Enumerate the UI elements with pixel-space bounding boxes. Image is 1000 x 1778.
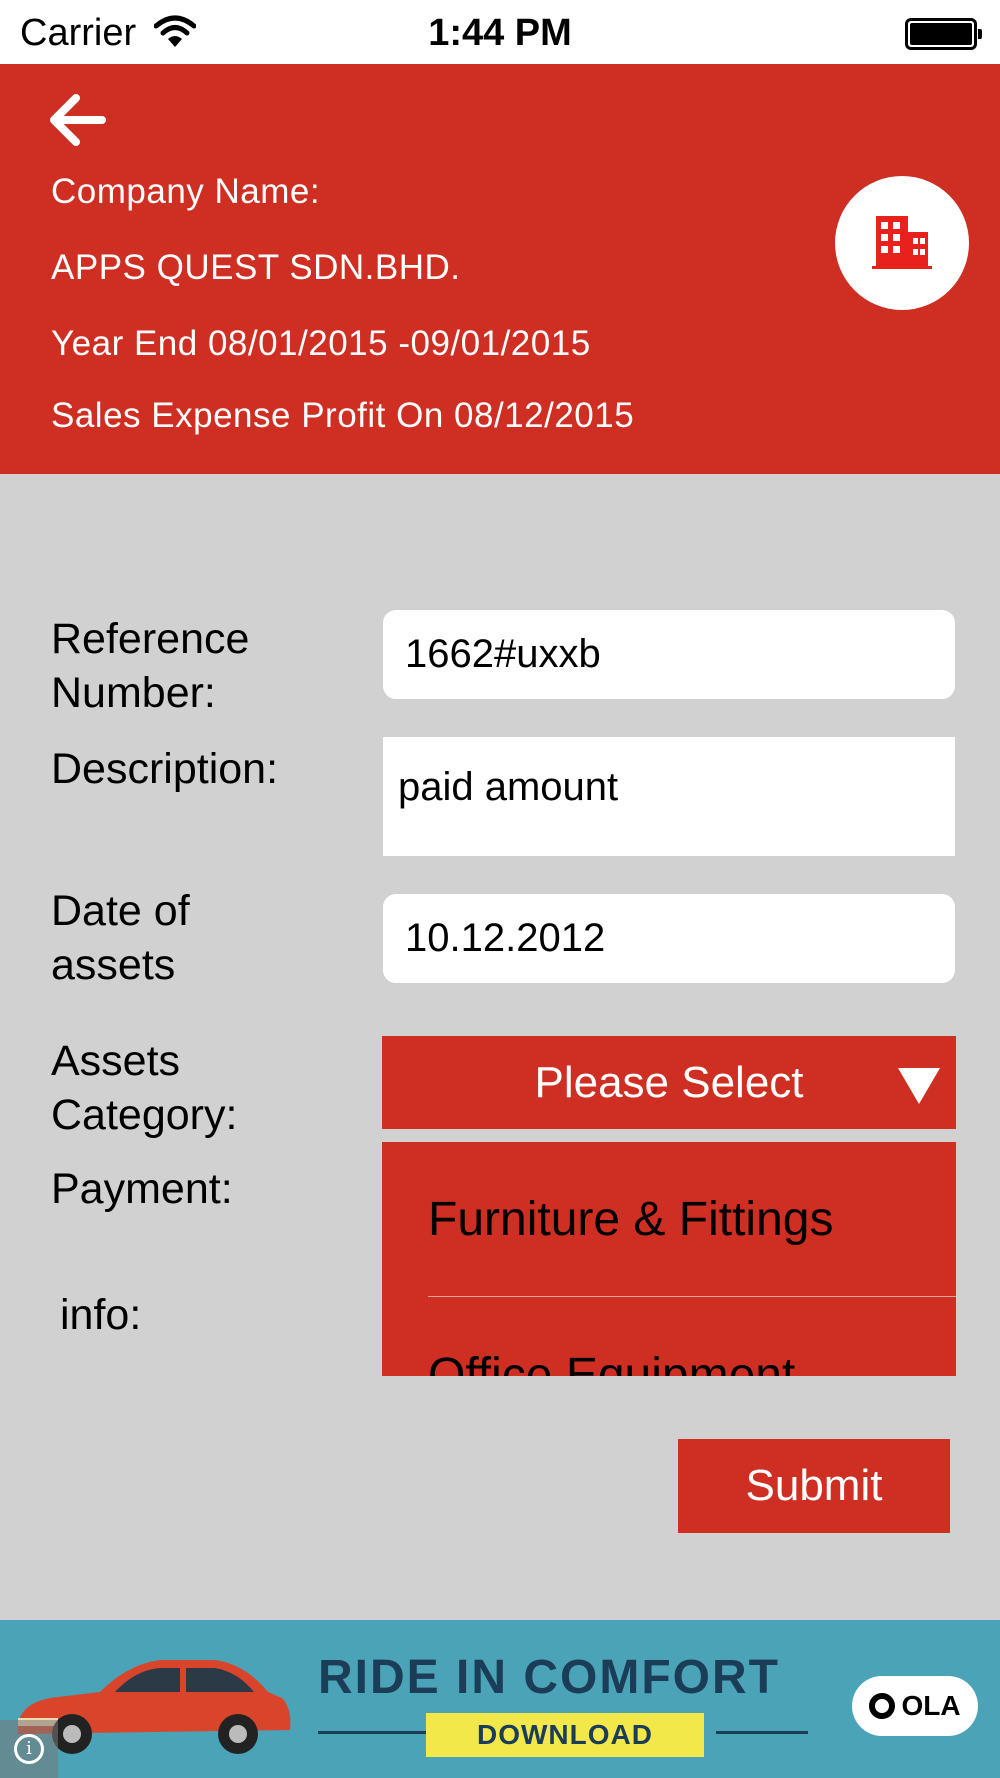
reference-number-input[interactable]: 1662#uxxb [382,609,956,700]
description-value: paid amount [398,765,619,809]
status-bar: Carrier 1:44 PM [0,0,1000,64]
date-of-assets-input[interactable]: 10.12.2012 [382,893,956,984]
back-arrow-icon[interactable] [44,90,116,150]
info-icon: i [14,1734,44,1764]
ad-divider-right [716,1731,808,1734]
dropdown-arrow-icon [898,1068,940,1104]
reference-number-value: 1662#uxxb [405,632,601,676]
category-dropdown-list[interactable]: Furniture & Fittings Office Equipment [382,1142,956,1376]
dropdown-option-furniture[interactable]: Furniture & Fittings [428,1142,956,1297]
battery-icon [905,18,982,50]
ola-logo: OLA [852,1676,978,1736]
company-header: Company Name: APPS QUEST SDN.BHD. Year E… [0,64,1000,474]
payment-label: Payment: [51,1165,233,1213]
company-name-value: APPS QUEST SDN.BHD. [51,248,461,287]
company-name-label: Company Name: [51,172,321,211]
ad-download-button[interactable]: DOWNLOAD [426,1713,704,1757]
year-end-info: Year End 08/01/2015 -09/01/2015 [51,324,591,363]
ad-divider-left [318,1731,426,1734]
ola-ring-icon [869,1693,896,1719]
reference-number-label: Reference Number: [51,615,250,717]
description-label: Description: [51,745,279,793]
description-textarea[interactable]: paid amount [382,736,956,857]
date-of-assets-label: Date of assets [51,887,190,989]
ola-brand-text: OLA [901,1690,961,1721]
ad-banner[interactable]: RIDE IN COMFORT DOWNLOAD OLA i [0,1620,1000,1778]
date-of-assets-value: 10.12.2012 [405,916,606,960]
submit-button[interactable]: Submit [678,1439,950,1533]
ad-headline: RIDE IN COMFORT [318,1651,780,1704]
assets-category-label: Assets Category: [51,1037,238,1139]
ad-info-button[interactable]: i [0,1720,58,1778]
assets-category-select[interactable]: Please Select [382,1036,956,1129]
sales-expense-info: Sales Expense Profit On 08/12/2015 [51,396,635,435]
status-time: 1:44 PM [428,12,572,54]
select-placeholder: Please Select [534,1058,804,1107]
payment-info-label: info: [60,1291,142,1339]
dropdown-option-office-equipment[interactable]: Office Equipment [428,1298,956,1376]
company-avatar [835,176,969,310]
building-icon [872,216,932,269]
